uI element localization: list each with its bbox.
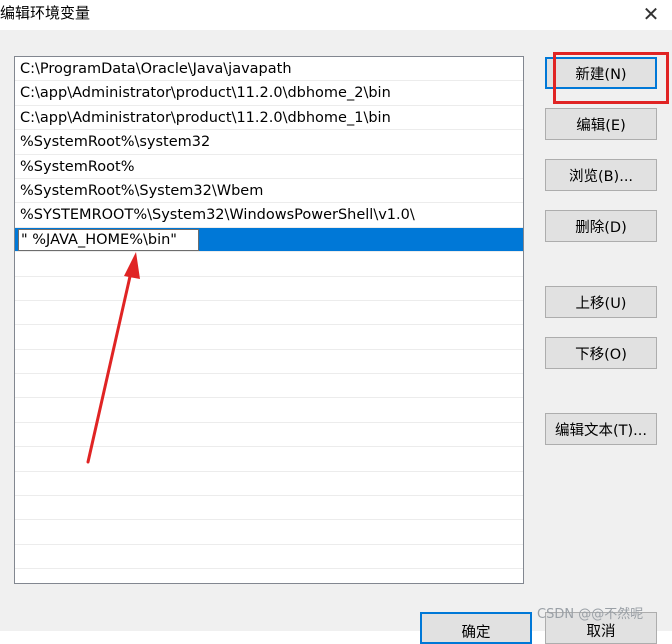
list-item[interactable]: C:\ProgramData\Oracle\Java\javapath: [15, 57, 523, 82]
list-item-empty[interactable]: [15, 301, 523, 326]
list-item-text: C:\app\Administrator\product\11.2.0\dbho…: [20, 85, 391, 102]
list-item[interactable]: C:\app\Administrator\product\11.2.0\dbho…: [15, 106, 523, 131]
list-item-text: %SystemRoot%\System32\Wbem: [20, 182, 264, 199]
path-list[interactable]: C:\ProgramData\Oracle\Java\javapath C:\a…: [14, 56, 524, 584]
list-item-empty[interactable]: [15, 277, 523, 301]
list-item-empty[interactable]: [15, 325, 523, 350]
list-item-text: %SYSTEMROOT%\System32\WindowsPowerShell\…: [20, 207, 415, 224]
list-item-empty[interactable]: [15, 472, 523, 497]
list-item[interactable]: C:\app\Administrator\product\11.2.0\dbho…: [15, 81, 523, 106]
list-item[interactable]: %SYSTEMROOT%\System32\WindowsPowerShell\…: [15, 203, 523, 228]
ok-button[interactable]: 确定: [420, 612, 532, 644]
list-item-text: C:\app\Administrator\product\11.2.0\dbho…: [20, 109, 391, 126]
list-item-empty[interactable]: [15, 496, 523, 521]
list-item-text: %SystemRoot%\system32: [20, 134, 211, 151]
browse-button[interactable]: 浏览(B)...: [545, 159, 657, 191]
edit-button[interactable]: 编辑(E): [545, 108, 657, 140]
move-down-button[interactable]: 下移(O): [545, 337, 657, 369]
list-item[interactable]: %SystemRoot%: [15, 155, 523, 179]
path-edit-input[interactable]: " %JAVA_HOME%\bin": [18, 228, 199, 251]
edit-text-button[interactable]: 编辑文本(T)...: [545, 413, 657, 445]
title-bar: 编辑环境变量 ✕: [0, 0, 672, 30]
delete-button[interactable]: 删除(D): [545, 210, 657, 242]
list-item-empty[interactable]: [15, 252, 523, 277]
list-item-text: C:\ProgramData\Oracle\Java\javapath: [20, 61, 292, 77]
list-item-empty[interactable]: [15, 447, 523, 472]
list-item-text: %SystemRoot%: [20, 158, 135, 175]
list-item-empty[interactable]: [15, 520, 523, 545]
watermark: CSDN @@不然呢: [537, 607, 644, 622]
list-item-empty[interactable]: [15, 545, 523, 570]
list-item-empty[interactable]: [15, 374, 523, 399]
list-item[interactable]: %SystemRoot%\system32: [15, 130, 523, 155]
new-button[interactable]: 新建(N): [545, 57, 657, 89]
move-up-button[interactable]: 上移(U): [545, 286, 657, 318]
list-item-editing[interactable]: " %JAVA_HOME%\bin": [15, 227, 523, 253]
list-item[interactable]: %SystemRoot%\System32\Wbem: [15, 179, 523, 204]
list-item-empty[interactable]: [15, 423, 523, 448]
list-item-empty[interactable]: [15, 398, 523, 423]
list-item-empty[interactable]: [15, 350, 523, 375]
window-title: 编辑环境变量: [0, 4, 91, 22]
close-icon[interactable]: ✕: [630, 0, 672, 28]
